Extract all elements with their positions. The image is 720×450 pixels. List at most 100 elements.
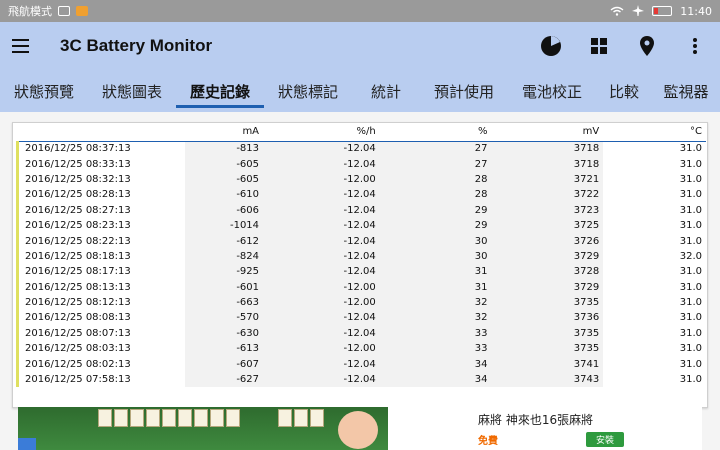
row-ma: -925 xyxy=(185,264,264,280)
tab-compare[interactable]: 比較 xyxy=(596,70,652,112)
row-time: 2016/12/25 08:17:13 xyxy=(16,264,186,280)
row-temperature: 31.0 xyxy=(679,235,702,247)
tab-history[interactable]: 歷史記錄 xyxy=(176,70,264,112)
row-percent-per-hour: -12.04 xyxy=(263,141,380,157)
row-percent: 27 xyxy=(379,141,492,157)
row-percent: 32 xyxy=(379,294,492,311)
ad-install-button[interactable]: 安裝 xyxy=(586,431,625,447)
row-time: 2016/12/25 08:18:13 xyxy=(16,248,186,265)
ad-choices-icon[interactable] xyxy=(18,438,36,450)
header-temperature: °C xyxy=(603,123,706,142)
battery-icon xyxy=(652,6,673,16)
row-temperature: 31.0 xyxy=(679,281,702,293)
tab-status-chart[interactable]: 狀態圖表 xyxy=(88,70,176,112)
row-ma: -601 xyxy=(185,279,264,295)
app-title: 3C Battery Monitor xyxy=(60,36,213,55)
ad-free-label: 免費 xyxy=(478,435,498,447)
row-time: 2016/12/25 08:02:13 xyxy=(16,356,186,372)
row-percent: 32 xyxy=(379,310,492,326)
row-mv: 3735 xyxy=(491,294,604,311)
row-percent-per-hour: -12.00 xyxy=(263,279,380,295)
table-row: 2016/12/25 08:33:13 -605 -12.04 27 3718 31.0 xyxy=(16,156,707,172)
row-mv: 3723 xyxy=(491,202,604,218)
row-ma: -606 xyxy=(185,202,264,218)
row-temperature: 31.0 xyxy=(679,374,702,386)
row-temperature: 31.0 xyxy=(679,343,702,355)
row-percent-per-hour: -12.04 xyxy=(263,156,380,172)
row-mv: 3735 xyxy=(491,341,604,357)
row-mv: 3725 xyxy=(491,217,604,234)
row-percent: 33 xyxy=(379,341,492,357)
header-mv: mV xyxy=(491,123,604,142)
history-table: mA %/h % mV °C 2016/12/25 08:37:13 -813 -1… xyxy=(16,123,707,388)
row-ma: -605 xyxy=(185,156,264,172)
tab-status-overview[interactable]: 狀態預覽 xyxy=(0,70,88,112)
row-temperature: 32.0 xyxy=(679,250,702,262)
tab-bar: 狀態預覽 狀態圖表 歷史記錄 狀態標記 統計 預計使用 電池校正 比較 監視器 xyxy=(0,70,720,112)
row-ma: -607 xyxy=(185,356,264,372)
tab-estimated-usage[interactable]: 預計使用 xyxy=(420,70,508,112)
status-bar: 飛航模式 11:40 xyxy=(0,0,720,22)
more-options-icon[interactable] xyxy=(684,35,706,57)
row-percent: 31 xyxy=(379,264,492,280)
row-mv: 3726 xyxy=(491,233,604,249)
row-percent: 28 xyxy=(379,187,492,203)
row-time: 2016/12/25 08:32:13 xyxy=(16,171,186,188)
row-temperature: 31.0 xyxy=(679,204,702,216)
clock: 11:40 xyxy=(680,4,712,18)
row-mv: 3743 xyxy=(491,371,604,388)
row-temperature: 31.0 xyxy=(679,158,702,170)
row-percent: 30 xyxy=(379,233,492,249)
row-temperature: 31.0 xyxy=(679,312,702,324)
grid-icon[interactable] xyxy=(588,35,610,57)
image-notification-icon xyxy=(58,6,70,16)
ad-text: 麻將 神來也16張麻將 免費 安裝 xyxy=(388,407,702,450)
row-ma: -663 xyxy=(185,294,264,311)
table-row: 2016/12/25 08:17:13 -925 -12.04 31 3728 31.0 xyxy=(16,264,707,280)
row-time: 2016/12/25 08:27:13 xyxy=(16,202,186,218)
header-time xyxy=(17,123,186,142)
tab-status-marker[interactable]: 狀態標記 xyxy=(264,70,352,112)
history-card: mA %/h % mV °C 2016/12/25 08:37:13 -813 -1… xyxy=(12,122,708,408)
row-time: 2016/12/25 08:13:13 xyxy=(16,279,186,295)
row-mv: 3721 xyxy=(491,171,604,188)
row-temperature: 31.0 xyxy=(679,143,702,155)
row-percent: 34 xyxy=(379,356,492,372)
app-notification-icon xyxy=(76,6,88,16)
row-mv: 3722 xyxy=(491,187,604,203)
menu-icon[interactable] xyxy=(12,34,36,58)
ad-image[interactable] xyxy=(18,407,388,450)
row-mv: 3735 xyxy=(491,325,604,342)
table-row: 2016/12/25 08:32:13 -605 -12.00 28 3721 31.0 xyxy=(16,171,707,188)
row-ma: -630 xyxy=(185,325,264,342)
row-ma: -612 xyxy=(185,233,264,249)
row-temperature: 31.0 xyxy=(679,266,702,278)
row-temperature: 31.0 xyxy=(679,327,702,339)
ad-row: 免費 安裝 xyxy=(478,431,702,447)
status-left: 飛航模式 xyxy=(8,3,610,19)
pie-chart-icon[interactable] xyxy=(540,35,562,57)
tab-monitor[interactable]: 監視器 xyxy=(652,70,720,112)
row-percent: 33 xyxy=(379,325,492,342)
table-row: 2016/12/25 08:37:13 -813 -12.04 27 3718 31.0 xyxy=(16,141,707,157)
row-time: 2016/12/25 08:37:13 xyxy=(16,141,186,157)
tab-battery-calibration[interactable]: 電池校正 xyxy=(508,70,596,112)
location-pin-icon[interactable] xyxy=(636,35,658,57)
table-row: 2016/12/25 07:58:13 -627 -12.04 34 3743 31.0 xyxy=(16,371,707,388)
row-time: 2016/12/25 08:22:13 xyxy=(16,233,186,249)
row-percent-per-hour: -12.04 xyxy=(263,325,380,342)
table-row: 2016/12/25 08:27:13 -606 -12.04 29 3723 31.0 xyxy=(16,202,707,218)
table-row: 2016/12/25 08:22:13 -612 -12.04 30 3726 31.0 xyxy=(16,233,707,249)
row-mv: 3741 xyxy=(491,356,604,372)
ad-banner[interactable]: 麻將 神來也16張麻將 免費 安裝 xyxy=(18,407,702,450)
row-percent: 34 xyxy=(379,371,492,388)
row-mv: 3736 xyxy=(491,310,604,326)
tab-statistics[interactable]: 統計 xyxy=(352,70,420,112)
row-time: 2016/12/25 08:08:13 xyxy=(16,310,186,326)
content-area: mA %/h % mV °C 2016/12/25 08:37:13 -813 -1… xyxy=(0,112,720,450)
table-row: 2016/12/25 08:18:13 -824 -12.04 30 3729 32.0 xyxy=(16,248,707,265)
header-ma: mA xyxy=(185,123,264,142)
row-percent-per-hour: -12.04 xyxy=(263,233,380,249)
row-percent-per-hour: -12.04 xyxy=(263,202,380,218)
row-percent-per-hour: -12.04 xyxy=(263,187,380,203)
